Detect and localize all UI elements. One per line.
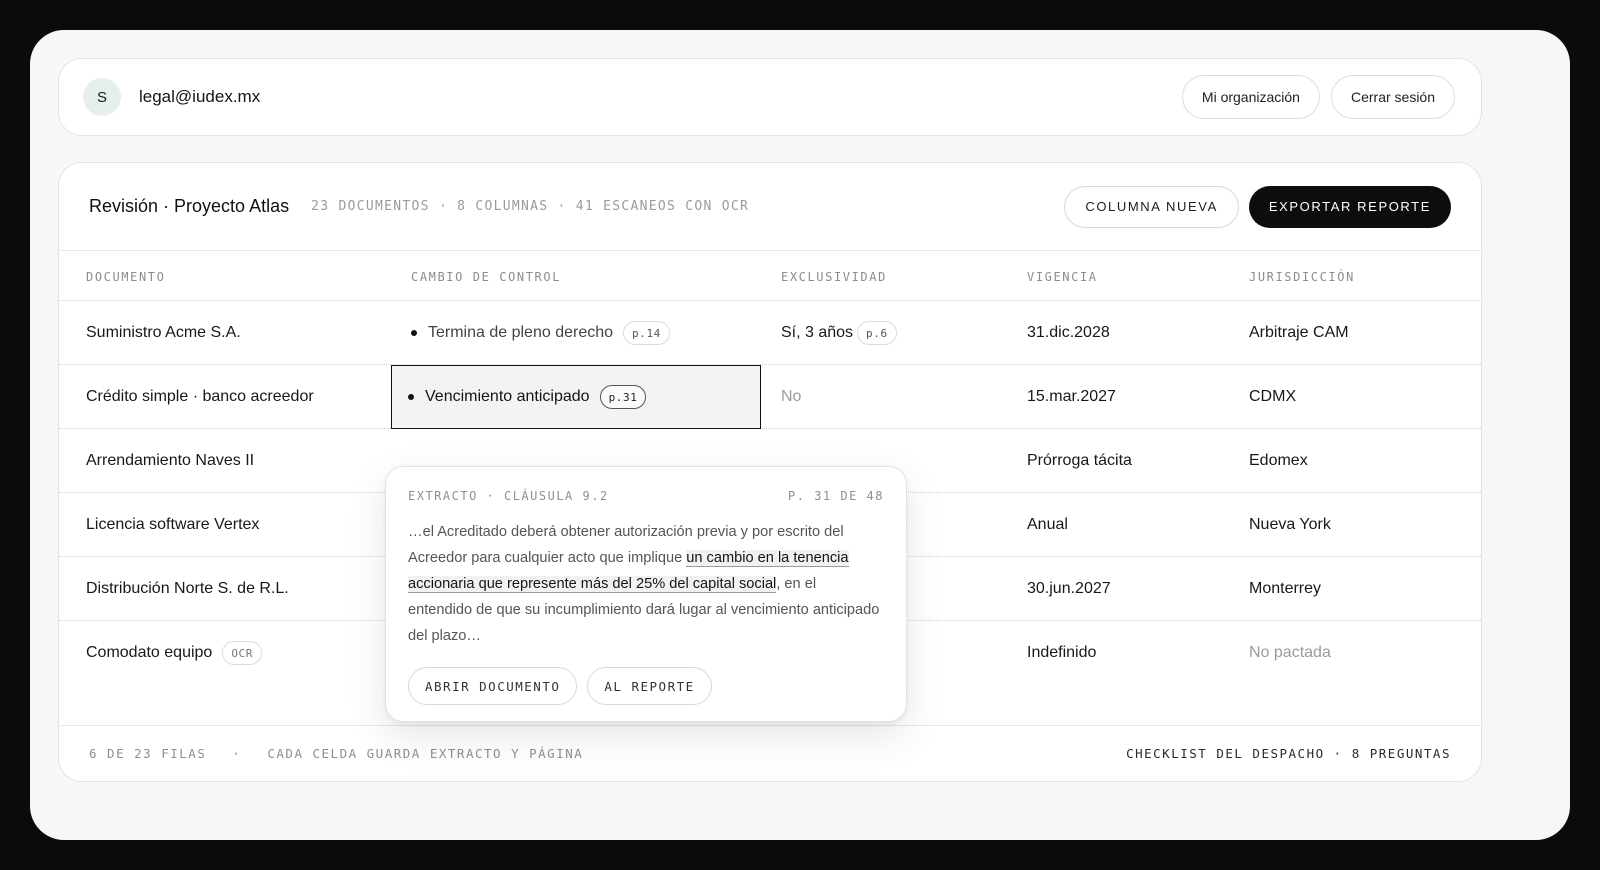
review-actions: COLUMNA NUEVA EXPORTAR REPORTE bbox=[1064, 185, 1451, 228]
table-header: DOCUMENTO CAMBIO DE CONTROL EXCLUSIVIDAD… bbox=[59, 251, 1481, 301]
table-footer: 6 DE 23 FILAS · CADA CELDA GUARDA EXTRAC… bbox=[59, 725, 1481, 781]
cell-vigencia[interactable]: Prórroga tácita bbox=[1027, 429, 1132, 493]
cell-exclusividad[interactable]: No bbox=[781, 365, 801, 429]
to-report-button[interactable]: AL REPORTE bbox=[587, 667, 712, 705]
logout-button[interactable]: Cerrar sesión bbox=[1330, 75, 1455, 119]
review-meta: 23 documentos · 8 columnas · 41 escaneos… bbox=[311, 199, 750, 214]
column-header-exclusividad[interactable]: EXCLUSIVIDAD bbox=[781, 270, 887, 284]
export-report-button[interactable]: EXPORTAR REPORTE bbox=[1248, 185, 1451, 228]
table-row[interactable]: Suministro Acme S.A. Termina de pleno de… bbox=[59, 301, 1481, 365]
column-header-cambio-de-control[interactable]: CAMBIO DE CONTROL bbox=[411, 270, 561, 284]
user-email: legal@iudex.mx bbox=[139, 87, 261, 106]
cell-value: Termina de pleno derecho bbox=[428, 324, 614, 341]
cell-jurisdiccion[interactable]: Edomex bbox=[1249, 429, 1308, 493]
row-count: 6 DE 23 FILAS bbox=[89, 746, 207, 761]
cell-value: Comodato equipo bbox=[86, 644, 213, 661]
checklist-link[interactable]: CHECKLIST DEL DESPACHO · 8 PREGUNTAS bbox=[1126, 746, 1451, 761]
cell-vigencia[interactable]: 30.jun.2027 bbox=[1027, 557, 1111, 621]
column-header-vigencia[interactable]: VIGENCIA bbox=[1027, 270, 1098, 284]
page-tag[interactable]: p.14 bbox=[623, 321, 670, 345]
review-card: Revisión · Proyecto Atlas 23 documentos … bbox=[58, 162, 1482, 782]
popover-actions: ABRIR DOCUMENTO AL REPORTE bbox=[408, 667, 884, 705]
bullet-icon bbox=[408, 394, 414, 400]
cell-documento[interactable]: Distribución Norte S. de R.L. bbox=[86, 557, 289, 621]
cell-vigencia[interactable]: 15.mar.2027 bbox=[1027, 365, 1116, 429]
column-header-jurisdiccion[interactable]: JURISDICCIÓN bbox=[1249, 270, 1355, 284]
page-tag[interactable]: p.31 bbox=[599, 385, 647, 409]
bullet-icon bbox=[411, 330, 417, 336]
clause-label: EXTRACTO · CLÁUSULA 9.2 bbox=[408, 489, 609, 503]
cell-documento[interactable]: Arrendamiento Naves II bbox=[86, 429, 254, 493]
cell-vigencia[interactable]: Indefinido bbox=[1027, 621, 1096, 685]
cell-jurisdiccion[interactable]: Monterrey bbox=[1249, 557, 1321, 621]
popover-header: EXTRACTO · CLÁUSULA 9.2 P. 31 DE 48 bbox=[408, 489, 884, 503]
cell-vigencia[interactable]: 31.dic.2028 bbox=[1027, 301, 1110, 365]
separator: · bbox=[232, 746, 242, 761]
cell-vigencia[interactable]: Anual bbox=[1027, 493, 1068, 557]
cell-documento[interactable]: Crédito simple · banco acreedor bbox=[86, 365, 314, 429]
extract-text: …el Acreditado deberá obtener autorizaci… bbox=[408, 519, 884, 649]
cell-value: Sí, 3 años bbox=[781, 324, 854, 341]
page-indicator: P. 31 DE 48 bbox=[788, 489, 884, 503]
account-actions: Mi organización Cerrar sesión bbox=[1181, 75, 1455, 119]
open-document-button[interactable]: ABRIR DOCUMENTO bbox=[408, 667, 578, 705]
cell-documento[interactable]: Suministro Acme S.A. bbox=[86, 301, 241, 365]
page-title: Revisión · Proyecto Atlas bbox=[89, 196, 290, 216]
cell-documento[interactable]: Comodato equipo OCR bbox=[86, 621, 262, 685]
cell-jurisdiccion[interactable]: Arbitraje CAM bbox=[1249, 301, 1349, 365]
cell-cambio-de-control[interactable]: Termina de pleno derecho p.14 bbox=[411, 301, 670, 365]
account-bar: S legal@iudex.mx Mi organización Cerrar … bbox=[58, 58, 1482, 136]
review-header: Revisión · Proyecto Atlas 23 documentos … bbox=[59, 163, 1481, 251]
avatar[interactable]: S bbox=[83, 78, 121, 116]
footer-note: CADA CELDA GUARDA EXTRACTO Y PÁGINA bbox=[267, 746, 584, 761]
table-row[interactable]: Crédito simple · banco acreedor Vencimie… bbox=[59, 365, 1481, 429]
cell-jurisdiccion[interactable]: No pactada bbox=[1249, 621, 1331, 685]
cell-cambio-de-control-selected[interactable]: Vencimiento anticipado p.31 bbox=[391, 365, 761, 429]
page-tag[interactable]: p.6 bbox=[857, 321, 897, 345]
cell-exclusividad[interactable]: Sí, 3 años p.6 bbox=[781, 301, 897, 365]
extract-popover: EXTRACTO · CLÁUSULA 9.2 P. 31 DE 48 …el … bbox=[385, 466, 907, 722]
cell-jurisdiccion[interactable]: Nueva York bbox=[1249, 493, 1331, 557]
cell-documento[interactable]: Licencia software Vertex bbox=[86, 493, 259, 557]
cell-value: Vencimiento anticipado bbox=[425, 388, 590, 405]
new-column-button[interactable]: COLUMNA NUEVA bbox=[1064, 185, 1239, 228]
my-organization-button[interactable]: Mi organización bbox=[1181, 75, 1320, 119]
cell-jurisdiccion[interactable]: CDMX bbox=[1249, 365, 1296, 429]
column-header-documento[interactable]: DOCUMENTO bbox=[86, 270, 165, 284]
ocr-badge: OCR bbox=[222, 641, 262, 665]
